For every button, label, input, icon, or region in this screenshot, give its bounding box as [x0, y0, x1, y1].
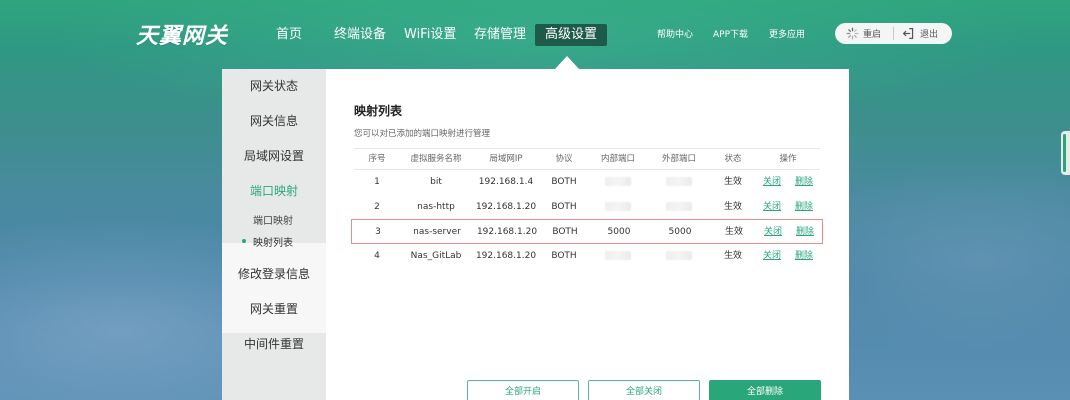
brand-logo[interactable]: 天翼网关	[136, 18, 228, 49]
pill-divider	[893, 27, 894, 40]
restart-label: 重启	[863, 30, 882, 40]
header-external-port: 外部端口	[661, 154, 697, 164]
cell-name: nas-server	[413, 227, 461, 237]
sidebar: 网关状态 网关信息 局域网设置 端口映射 端口映射 映射列表 修改登录信息 网关…	[222, 69, 326, 400]
logout-label: 退出	[920, 30, 939, 40]
header-internal-port: 内部端口	[600, 154, 636, 164]
cell-ip: 192.168.1.20	[475, 250, 537, 261]
active-nav-pointer	[555, 56, 579, 69]
cell-ip: 192.168.1.20	[476, 227, 538, 237]
cell-internal-port-redacted	[605, 244, 631, 268]
app-download-link[interactable]: APP下载	[713, 27, 748, 40]
cell-status: 生效	[723, 177, 743, 187]
sidebar-sub-port-mapping[interactable]: 端口映射	[253, 212, 293, 227]
header-protocol: 协议	[555, 154, 573, 164]
delete-link[interactable]: 删除	[796, 220, 814, 244]
cell-protocol: BOTH	[551, 201, 577, 212]
logout-button[interactable]: 退出	[902, 23, 938, 44]
close-link[interactable]: 关闭	[763, 244, 781, 268]
delete-link[interactable]: 删除	[795, 244, 813, 268]
cell-external-port-redacted	[666, 170, 692, 194]
cell-index: 3	[375, 227, 381, 237]
delete-all-button[interactable]: 全部删除	[709, 380, 821, 400]
cell-index: 4	[374, 250, 380, 261]
cell-protocol: BOTH	[551, 250, 577, 261]
cell-external-port-redacted	[666, 195, 692, 219]
disable-all-button[interactable]: 全部关闭	[588, 380, 700, 400]
cell-ip: 192.168.1.4	[478, 177, 534, 187]
more-apps-link[interactable]: 更多应用	[769, 27, 805, 40]
cell-index: 1	[374, 177, 380, 187]
sidebar-item-gateway-info[interactable]: 网关信息	[222, 104, 326, 139]
header-actions: 操作	[779, 154, 797, 164]
action-pill: 重启 退出	[835, 23, 952, 44]
delete-link[interactable]: 删除	[795, 170, 813, 194]
nav-item-storage[interactable]: 存储管理	[474, 24, 526, 46]
sidebar-item-gateway-status[interactable]: 网关状态	[222, 69, 326, 104]
cell-name: Nas_GitLab	[410, 250, 462, 261]
help-center-link[interactable]: 帮助中心	[657, 27, 693, 40]
sidebar-item-gateway-reset[interactable]: 网关重置	[222, 292, 326, 327]
cell-protocol: BOTH	[552, 227, 578, 237]
table-header: 序号 虚拟服务名称 局域网IP 协议 内部端口 外部端口 状态 操作	[354, 148, 820, 170]
close-link[interactable]: 关闭	[763, 195, 781, 219]
cell-internal-port-redacted	[605, 170, 631, 194]
cell-external-port-redacted	[666, 244, 692, 268]
main-panel: 映射列表 您可以对已添加的端口映射进行管理 序号 虚拟服务名称 局域网IP 协议…	[326, 69, 849, 400]
delete-link[interactable]: 删除	[795, 195, 813, 219]
nav-item-wifi[interactable]: WiFi设置	[404, 24, 456, 46]
cell-status: 生效	[723, 201, 743, 212]
cell-internal-port: 5000	[607, 227, 631, 237]
cell-name: nas-http	[417, 201, 455, 212]
cell-status: 生效	[723, 250, 743, 261]
scrollbar-thumb[interactable]	[1063, 134, 1066, 172]
header-status: 状态	[724, 154, 742, 164]
nav-item-home[interactable]: 首页	[276, 24, 302, 46]
cell-internal-port-redacted	[605, 195, 631, 219]
spinner-icon	[846, 27, 859, 40]
mapping-table: 序号 虚拟服务名称 局域网IP 协议 内部端口 外部端口 状态 操作 1 bit…	[351, 148, 823, 269]
page-title: 映射列表	[354, 104, 403, 118]
header-ip: 局域网IP	[489, 154, 523, 164]
nav-item-advanced[interactable]: 高级设置	[535, 24, 608, 46]
restart-button[interactable]: 重启	[846, 23, 881, 44]
close-link[interactable]: 关闭	[764, 220, 782, 244]
active-dot-icon	[242, 239, 246, 243]
header-index: 序号	[368, 154, 386, 164]
cell-ip: 192.168.1.20	[475, 201, 537, 212]
cell-index: 2	[374, 201, 380, 212]
table-row: 4 Nas_GitLab 192.168.1.20 BOTH 生效 关闭 删除	[354, 244, 820, 269]
page-description: 您可以对已添加的端口映射进行管理	[354, 129, 491, 139]
cell-status: 生效	[724, 227, 744, 237]
sidebar-item-lan-settings[interactable]: 局域网设置	[222, 139, 326, 174]
sidebar-sub-mapping-list-label: 映射列表	[253, 238, 293, 249]
sidebar-item-port-mapping-header[interactable]: 端口映射	[222, 174, 326, 209]
enable-all-button[interactable]: 全部开启	[467, 380, 579, 400]
header-name: 虚拟服务名称	[410, 154, 462, 164]
cell-external-port: 5000	[668, 227, 692, 237]
table-row-highlighted: 3 nas-server 192.168.1.20 BOTH 5000 5000…	[351, 219, 823, 244]
sidebar-item-edit-login[interactable]: 修改登录信息	[222, 257, 326, 292]
cell-name: bit	[430, 177, 442, 187]
nav-item-devices[interactable]: 终端设备	[334, 24, 386, 46]
cell-protocol: BOTH	[551, 177, 577, 187]
close-link[interactable]: 关闭	[763, 170, 781, 194]
table-row: 1 bit 192.168.1.4 BOTH 生效 关闭 删除	[354, 170, 820, 195]
logout-icon	[902, 28, 914, 39]
sidebar-sub-mapping-list[interactable]: 映射列表	[242, 234, 293, 249]
sidebar-item-middleware-reset[interactable]: 中间件重置	[222, 327, 326, 362]
table-row: 2 nas-http 192.168.1.20 BOTH 生效 关闭 删除	[354, 195, 820, 220]
